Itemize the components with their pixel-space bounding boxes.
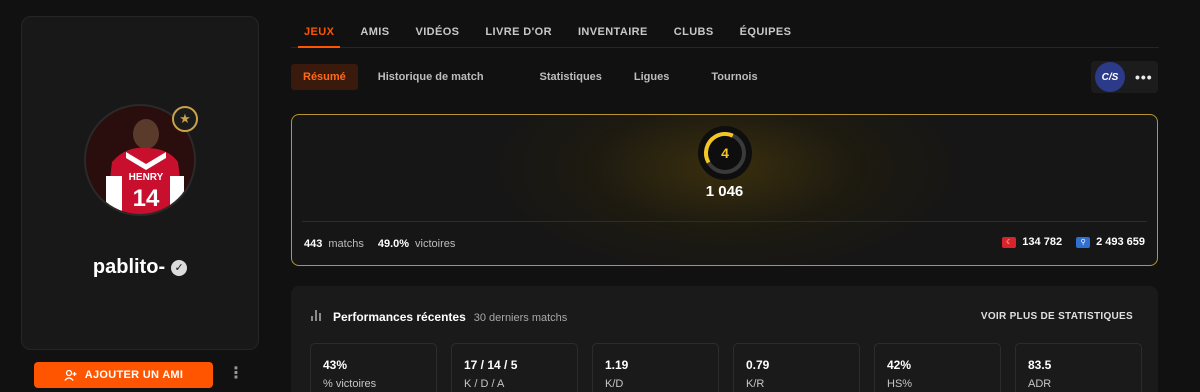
avatar-wrap: HENRY 14 ★ <box>84 104 198 216</box>
stat-tile: 1.19 K/D <box>592 343 719 392</box>
stat-label: K/D <box>605 378 624 390</box>
stat-tiles: 43% % victoires 17 / 14 / 5 K / D / A 1.… <box>310 343 1142 392</box>
star-icon: ★ <box>172 106 198 132</box>
stat-label: K/R <box>746 378 765 390</box>
country-rank[interactable]: ☾ 134 782 <box>1002 236 1062 248</box>
divider <box>302 221 1147 222</box>
stat-tile: 17 / 14 / 5 K / D / A <box>451 343 578 392</box>
globe-icon: ⚲ <box>1076 236 1091 248</box>
tab-equipes[interactable]: ÉQUIPES <box>740 16 792 47</box>
elo-value: 1 046 <box>705 183 744 200</box>
subtab-tournois[interactable]: Tournois <box>699 64 769 90</box>
stat-value: 43% <box>323 358 348 372</box>
stat-value: 83.5 <box>1028 358 1052 372</box>
matches-count: 443 <box>304 238 323 250</box>
add-friend-button[interactable]: AJOUTER UN AMI <box>34 362 213 388</box>
elo-card: 4 1 046 443 matchs 49.0% victoires ☾ 134… <box>291 114 1158 266</box>
tab-videos[interactable]: VIDÉOS <box>415 16 459 47</box>
turkey-flag-icon: ☾ <box>1002 236 1017 248</box>
subtab-historique[interactable]: Historique de match <box>366 64 496 90</box>
tab-amis[interactable]: AMIS <box>360 16 389 47</box>
matches-label: matchs <box>328 238 364 250</box>
user-plus-icon <box>64 369 77 381</box>
add-friend-label: AJOUTER UN AMI <box>84 369 184 381</box>
ranking: ☾ 134 782 ⚲ 2 493 659 <box>1002 236 1145 248</box>
subtab-ligues[interactable]: Ligues <box>622 64 681 90</box>
stat-label: K / D / A <box>464 378 505 390</box>
cs-logo-icon[interactable]: C/S <box>1095 62 1125 92</box>
winrate-label: victoires <box>415 238 456 250</box>
stat-value: 0.79 <box>746 358 770 372</box>
jersey-name: HENRY <box>129 172 164 183</box>
tab-inventaire[interactable]: INVENTAIRE <box>578 16 648 47</box>
stat-value: 1.19 <box>605 358 629 372</box>
more-vertical-icon[interactable]: ⋮ <box>228 366 244 382</box>
stat-tile: 42% HS% <box>874 343 1001 392</box>
stat-value: 17 / 14 / 5 <box>464 358 518 372</box>
country-rank-value: 134 782 <box>1022 236 1063 248</box>
subtab-statistiques[interactable]: Statistiques <box>528 64 614 90</box>
check-icon: ✓ <box>171 259 188 276</box>
username-row: pablito- ✓ <box>22 256 258 279</box>
sub-nav: Résumé Historique de match Statistiques … <box>291 64 802 90</box>
performance-card: Performances récentes 30 derniers matchs… <box>291 286 1158 392</box>
elo-summary: 443 matchs 49.0% victoires <box>304 238 463 250</box>
global-rank-value: 2 493 659 <box>1096 236 1145 248</box>
game-selector: C/S ••• <box>1091 61 1158 93</box>
username: pablito- <box>92 256 166 278</box>
more-options-icon[interactable]: ••• <box>1135 69 1153 85</box>
stat-label: HS% <box>887 378 913 390</box>
bar-chart-icon <box>311 310 321 321</box>
tab-jeux[interactable]: JEUX <box>297 16 341 48</box>
more-stats-link[interactable]: VOIR PLUS DE STATISTIQUES <box>981 311 1133 322</box>
profile-card: HENRY 14 ★ pablito- ✓ <box>21 16 259 350</box>
stat-label: ADR <box>1028 378 1052 390</box>
top-nav: JEUX AMIS VIDÉOS LIVRE D'OR INVENTAIRE C… <box>291 16 1159 48</box>
stat-tile: 0.79 K/R <box>733 343 860 392</box>
performance-title: Performances récentes <box>333 310 466 324</box>
performance-header: Performances récentes 30 derniers matchs <box>311 310 567 324</box>
tab-livre-dor[interactable]: LIVRE D'OR <box>485 16 552 47</box>
tab-clubs[interactable]: CLUBS <box>674 16 714 47</box>
stat-value: 42% <box>887 358 912 372</box>
level-indicator: 4 <box>698 126 752 180</box>
stat-label: % victoires <box>323 378 377 390</box>
jersey-number: 14 <box>133 185 160 212</box>
level-number: 4 <box>721 145 729 161</box>
winrate-value: 49.0% <box>377 238 410 250</box>
global-rank[interactable]: ⚲ 2 493 659 <box>1076 236 1145 248</box>
performance-subtitle: 30 derniers matchs <box>473 312 568 324</box>
stat-tile: 83.5 ADR <box>1015 343 1142 392</box>
stat-tile: 43% % victoires <box>310 343 437 392</box>
subtab-resume[interactable]: Résumé <box>291 64 358 90</box>
